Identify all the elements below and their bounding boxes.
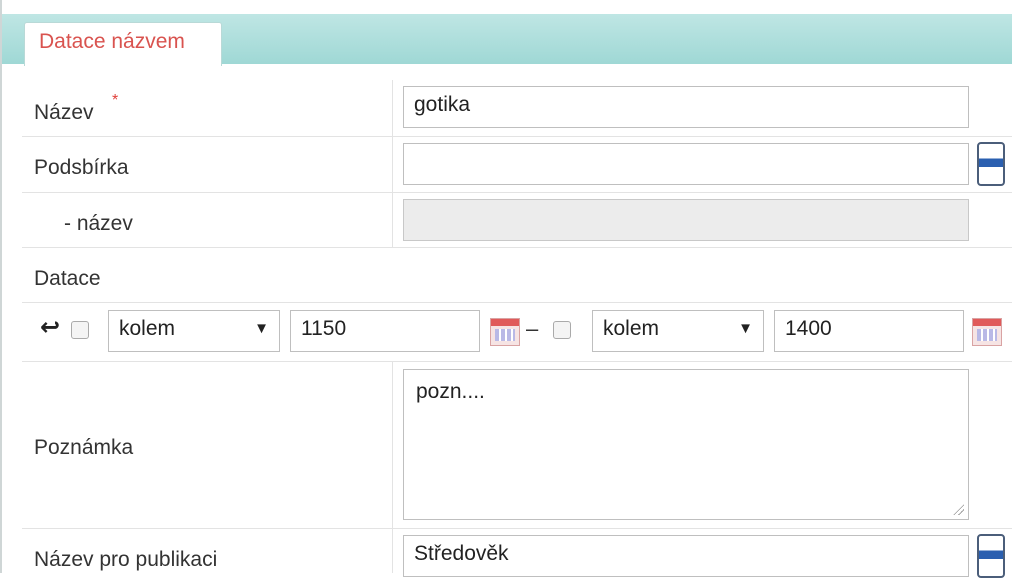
datace-label: Datace xyxy=(34,267,101,290)
column-divider xyxy=(392,361,393,573)
chevron-down-icon: ▼ xyxy=(254,320,269,337)
row-divider xyxy=(22,247,1012,248)
row-divider xyxy=(22,528,1012,529)
row-divider xyxy=(22,136,1012,137)
datace-to-year-input[interactable]: 1400 xyxy=(774,310,964,352)
chevron-down-icon: ▼ xyxy=(738,320,753,337)
nazev-publikace-input[interactable]: Středověk xyxy=(403,535,969,577)
datace-from-checkbox[interactable] xyxy=(71,321,89,339)
form-frame: Datace názvem Název * gotika Podsbírka -… xyxy=(0,0,1012,578)
row-divider xyxy=(22,192,1012,193)
datace-from-qualifier-value: kolem xyxy=(119,317,176,340)
required-marker: * xyxy=(112,92,119,109)
calendar-icon[interactable] xyxy=(972,318,1002,346)
tab-datace-nazvem[interactable]: Datace názvem xyxy=(24,22,222,66)
column-divider xyxy=(392,80,393,248)
podsbirka-nazev-input xyxy=(403,199,969,241)
lookup-icon[interactable] xyxy=(977,142,1005,186)
nazev-input[interactable]: gotika xyxy=(403,86,969,128)
row-divider xyxy=(22,302,1012,303)
resize-handle-icon[interactable] xyxy=(952,503,964,515)
nazev-label: Název xyxy=(34,101,94,124)
calendar-icon[interactable] xyxy=(490,318,520,346)
datace-from-year-input[interactable]: 1150 xyxy=(290,310,480,352)
podsbirka-nazev-label: - název xyxy=(64,212,133,235)
poznamka-textarea[interactable]: pozn.... xyxy=(403,369,969,520)
datace-to-qualifier-select[interactable]: kolem ▼ xyxy=(592,310,764,352)
datace-from-qualifier-select[interactable]: kolem ▼ xyxy=(108,310,280,352)
lookup-icon[interactable] xyxy=(977,534,1005,578)
poznamka-value: pozn.... xyxy=(416,380,485,403)
undo-icon[interactable]: ↩ xyxy=(40,313,60,342)
datace-to-checkbox[interactable] xyxy=(553,321,571,339)
datace-to-qualifier-value: kolem xyxy=(603,317,660,340)
nazev-publikace-label: Název pro publikaci xyxy=(34,548,218,571)
poznamka-label: Poznámka xyxy=(34,436,134,459)
podsbirka-input[interactable] xyxy=(403,143,969,185)
row-divider xyxy=(22,361,1012,362)
podsbirka-label: Podsbírka xyxy=(34,156,129,179)
range-separator: – xyxy=(526,316,539,341)
